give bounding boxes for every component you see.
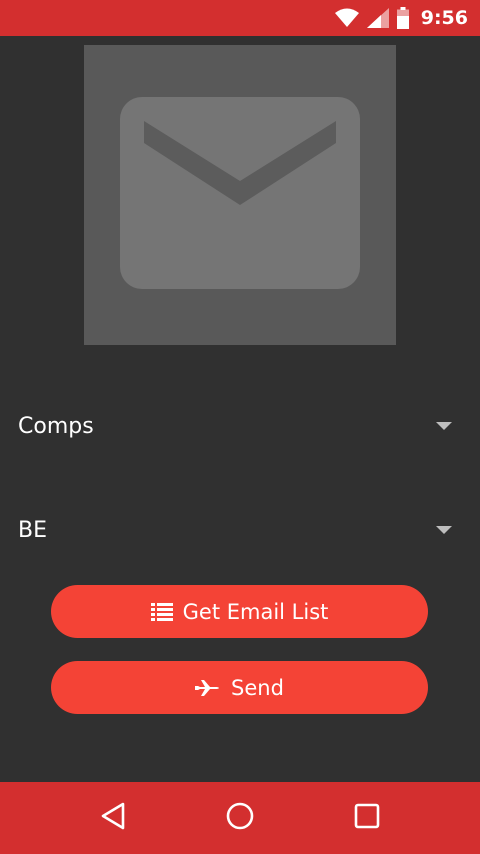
status-time: 9:56 <box>420 7 468 29</box>
battery-icon <box>396 7 409 29</box>
mail-icon <box>120 97 360 293</box>
dropdown-caret-icon <box>436 526 452 534</box>
list-icon <box>150 602 173 621</box>
home-icon <box>226 802 254 834</box>
home-button[interactable] <box>210 788 270 848</box>
signal-icon <box>366 8 389 28</box>
back-icon <box>100 802 126 834</box>
send-label: Send <box>231 675 284 700</box>
spinner-value: Comps <box>18 413 94 439</box>
send-button[interactable]: Send <box>51 661 428 714</box>
recents-icon <box>354 803 380 833</box>
plane-icon <box>195 679 221 696</box>
status-bar: 9:56 <box>0 0 480 36</box>
dropdown-caret-icon <box>436 422 452 430</box>
wifi-icon <box>334 8 359 28</box>
hero-image <box>84 45 396 345</box>
spinner-comps[interactable]: Comps <box>0 396 480 456</box>
spinner-be[interactable]: BE <box>0 500 480 560</box>
back-button[interactable] <box>83 788 143 848</box>
get-email-list-label: Get Email List <box>182 599 329 624</box>
recents-button[interactable] <box>337 788 397 848</box>
get-email-list-button[interactable]: Get Email List <box>51 585 428 638</box>
spinner-value: BE <box>18 517 47 543</box>
navigation-bar <box>0 782 480 854</box>
